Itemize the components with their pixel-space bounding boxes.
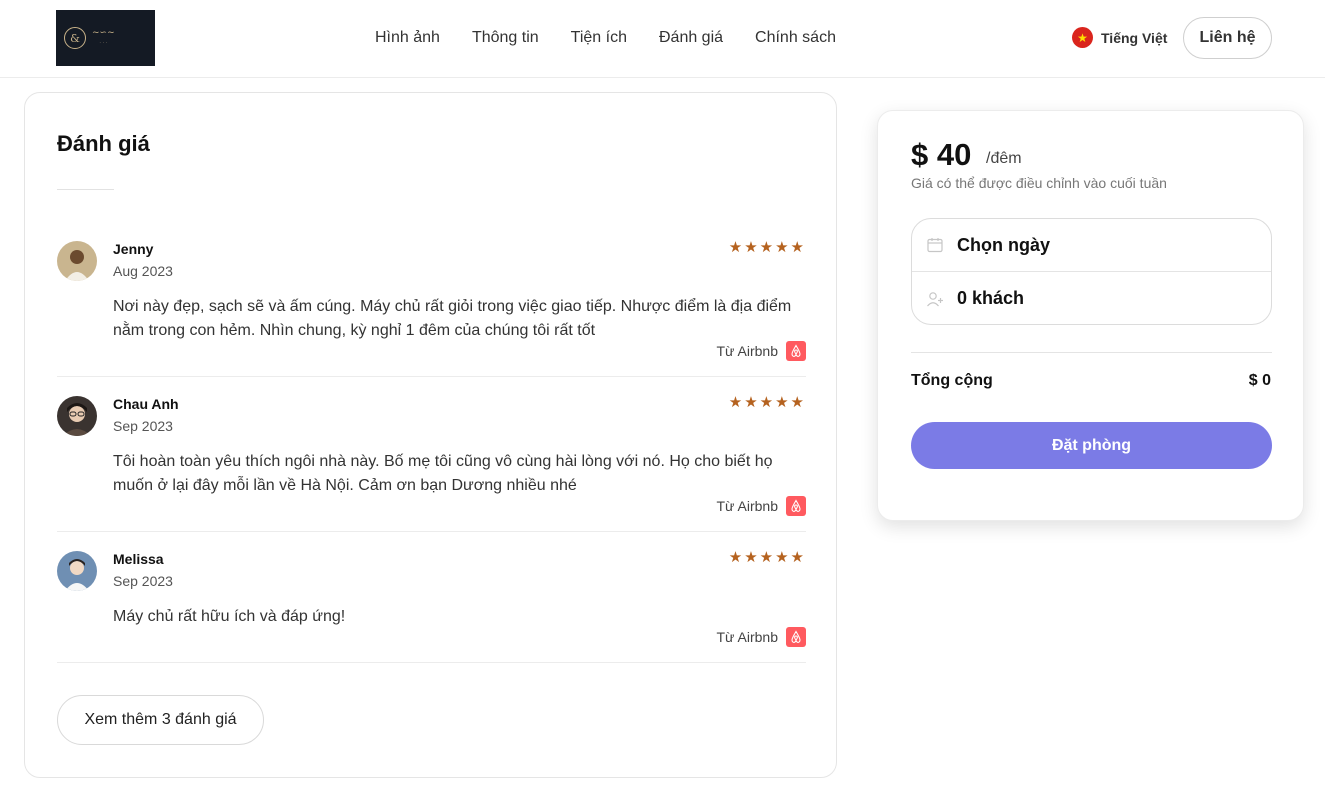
airbnb-icon[interactable]: [786, 496, 806, 516]
star-rating: ★ ★ ★ ★ ★: [729, 393, 804, 411]
total-value: $ 0: [1248, 372, 1271, 389]
star-icon: ★: [744, 394, 758, 411]
reviews-section: Đánh giá Jenny Aug 2023 ★ ★ ★ ★ ★ Nơi này đẹ…: [24, 92, 837, 778]
star-icon: ★: [790, 239, 804, 256]
reviewer-name: Melissa: [113, 551, 164, 567]
review-item: Jenny Aug 2023 ★ ★ ★ ★ ★ Nơi này đẹp, sạch s…: [57, 238, 806, 377]
source-label: Từ Airbnb: [716, 343, 778, 359]
avatar: [57, 551, 97, 591]
monogram-logo-icon[interactable]: & ~∽~ · · ·: [56, 10, 155, 66]
review-source: Từ Airbnb: [716, 627, 806, 647]
booking-card: $ 40 /đêm Giá có thể được điều chỉnh vào…: [877, 110, 1304, 521]
nav-item-images[interactable]: Hình ảnh: [375, 28, 440, 48]
star-icon: ★: [790, 394, 804, 411]
vietnam-flag-icon: ★: [1072, 27, 1093, 48]
date-picker-label: Chọn ngày: [957, 234, 1050, 255]
review-text: Nơi này đẹp, sạch sẽ và ấm cúng. Máy chủ…: [113, 298, 792, 339]
review-date: Aug 2023: [113, 263, 173, 279]
calendar-icon: [927, 238, 943, 253]
reviewer-name: Jenny: [113, 241, 154, 257]
reviewer-name: Chau Anh: [113, 396, 179, 412]
site-header: & ~∽~ · · · Hình ảnh Thông tin Tiện ích Đ…: [0, 0, 1325, 78]
star-icon: ★: [744, 549, 758, 566]
main-nav: Hình ảnh Thông tin Tiện ích Đánh giá Chí…: [375, 28, 868, 48]
avatar: [57, 241, 97, 281]
review-item: Melissa Sep 2023 ★ ★ ★ ★ ★ Máy chủ rất hữu í…: [57, 548, 806, 663]
review-date: Sep 2023: [113, 573, 173, 589]
review-source: Từ Airbnb: [716, 496, 806, 516]
show-more-reviews-button[interactable]: Xem thêm 3 đánh giá: [57, 695, 264, 745]
guest-picker[interactable]: 0 khách: [912, 272, 1271, 325]
star-icon: ★: [728, 549, 743, 566]
language-selector[interactable]: ★ Tiếng Việt: [1072, 27, 1167, 48]
add-user-icon: [927, 291, 943, 306]
price-unit: /đêm: [986, 150, 1022, 167]
price: $ 40: [911, 137, 972, 172]
review-source: Từ Airbnb: [716, 341, 806, 361]
nav-item-info[interactable]: Thông tin: [472, 28, 539, 48]
nav-item-amenities[interactable]: Tiện ích: [571, 28, 627, 48]
price-note: Giá có thể được điều chỉnh vào cuối tuần: [911, 175, 1167, 191]
star-icon: ★: [728, 239, 743, 256]
source-label: Từ Airbnb: [716, 498, 778, 514]
star-icon: ★: [759, 239, 774, 256]
airbnb-icon[interactable]: [786, 341, 806, 361]
airbnb-icon[interactable]: [786, 627, 806, 647]
star-icon: ★: [744, 239, 758, 256]
guest-picker-label: 0 khách: [957, 288, 1025, 308]
nav-item-reviews[interactable]: Đánh giá: [659, 28, 723, 48]
star-icon: ★: [775, 394, 789, 411]
date-picker[interactable]: Chọn ngày: [912, 219, 1271, 272]
contact-button[interactable]: Liên hệ: [1183, 17, 1272, 59]
star-icon: ★: [728, 394, 743, 411]
total-divider: [911, 352, 1272, 353]
nav-item-policy[interactable]: Chính sách: [755, 28, 836, 48]
language-label: Tiếng Việt: [1101, 29, 1168, 46]
star-icon: ★: [790, 549, 804, 566]
review-text: Máy chủ rất hữu ích và đáp ứng!: [113, 608, 346, 625]
star-icon: ★: [775, 239, 789, 256]
booking-picker: Chọn ngày 0 khách: [911, 218, 1272, 325]
star-rating: ★ ★ ★ ★ ★: [729, 238, 804, 256]
star-rating: ★ ★ ★ ★ ★: [729, 548, 804, 566]
star-icon: ★: [775, 549, 789, 566]
title-divider: [57, 189, 114, 190]
total-label: Tổng cộng: [911, 372, 993, 389]
review-text: Tôi hoàn toàn yêu thích ngôi nhà này. Bố…: [113, 453, 773, 494]
reviews-title: Đánh giá: [57, 131, 150, 156]
review-date: Sep 2023: [113, 418, 173, 434]
star-icon: ★: [759, 394, 774, 411]
review-item: Chau Anh Sep 2023 ★ ★ ★ ★ ★ Tôi hoàn toàn yê…: [57, 393, 806, 532]
star-icon: ★: [759, 549, 774, 566]
book-button[interactable]: Đặt phòng: [911, 422, 1272, 469]
source-label: Từ Airbnb: [716, 629, 778, 645]
avatar: [57, 396, 97, 436]
